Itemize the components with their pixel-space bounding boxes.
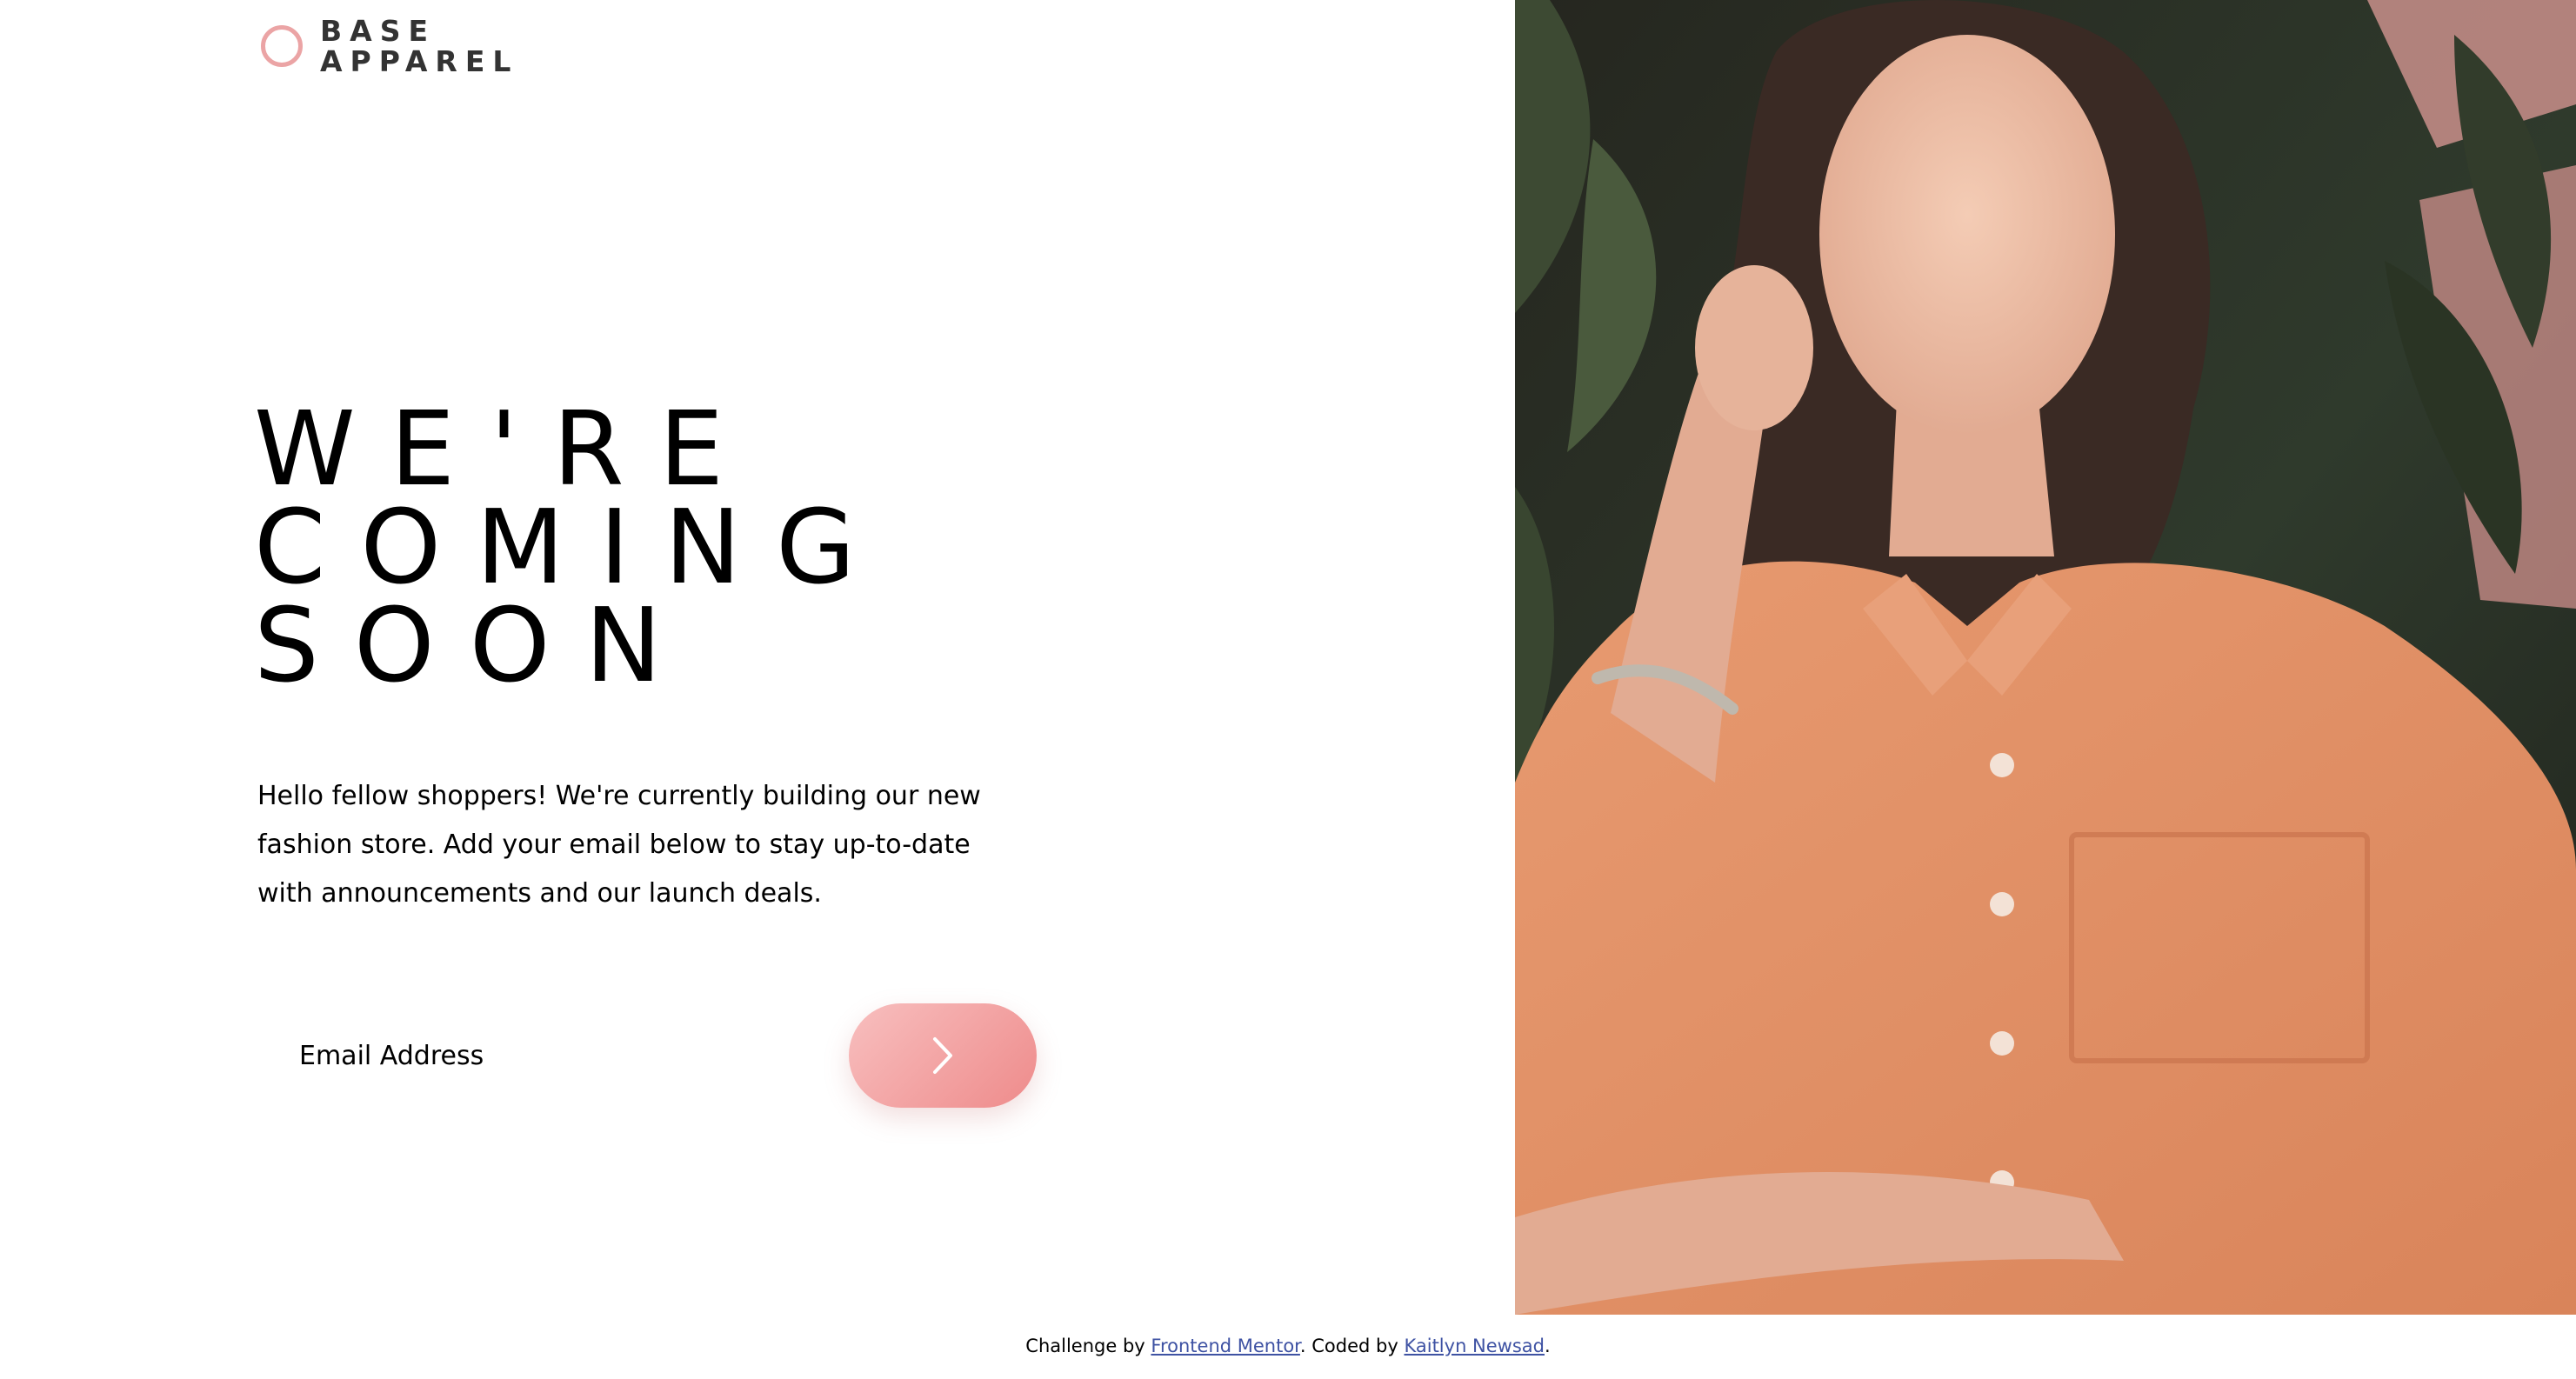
- attribution-suffix: .: [1545, 1336, 1551, 1356]
- email-signup-form: [257, 1003, 1040, 1108]
- submit-button[interactable]: [849, 1003, 1037, 1108]
- author-link[interactable]: Kaitlyn Newsad: [1404, 1336, 1545, 1356]
- logo-text: BASE APPAREL: [320, 16, 518, 77]
- headline-line-2: COMING: [254, 487, 891, 607]
- intro-text: Hello fellow shoppers! We're currently b…: [257, 781, 981, 909]
- attribution-prefix: Challenge by: [1025, 1336, 1151, 1356]
- logo-line-1: BASE: [320, 14, 437, 48]
- logo[interactable]: BASE APPAREL: [261, 16, 518, 77]
- attribution-middle: . Coded by: [1299, 1336, 1405, 1356]
- logo-ring-icon: [261, 25, 303, 67]
- page-title: WE'RE COMING SOON: [254, 389, 891, 705]
- attribution: Challenge by Frontend Mentor. Coded by K…: [0, 1336, 2576, 1356]
- chevron-right-icon: [933, 1037, 952, 1074]
- hero-photo-illustration: [1515, 0, 2576, 1315]
- hero-photo: [1515, 0, 2576, 1315]
- logo-line-2: APPAREL: [320, 44, 519, 78]
- headline-line-3: SOON: [254, 585, 697, 705]
- frontend-mentor-link[interactable]: Frontend Mentor: [1151, 1336, 1300, 1356]
- headline-line-1: WE'RE: [254, 389, 759, 509]
